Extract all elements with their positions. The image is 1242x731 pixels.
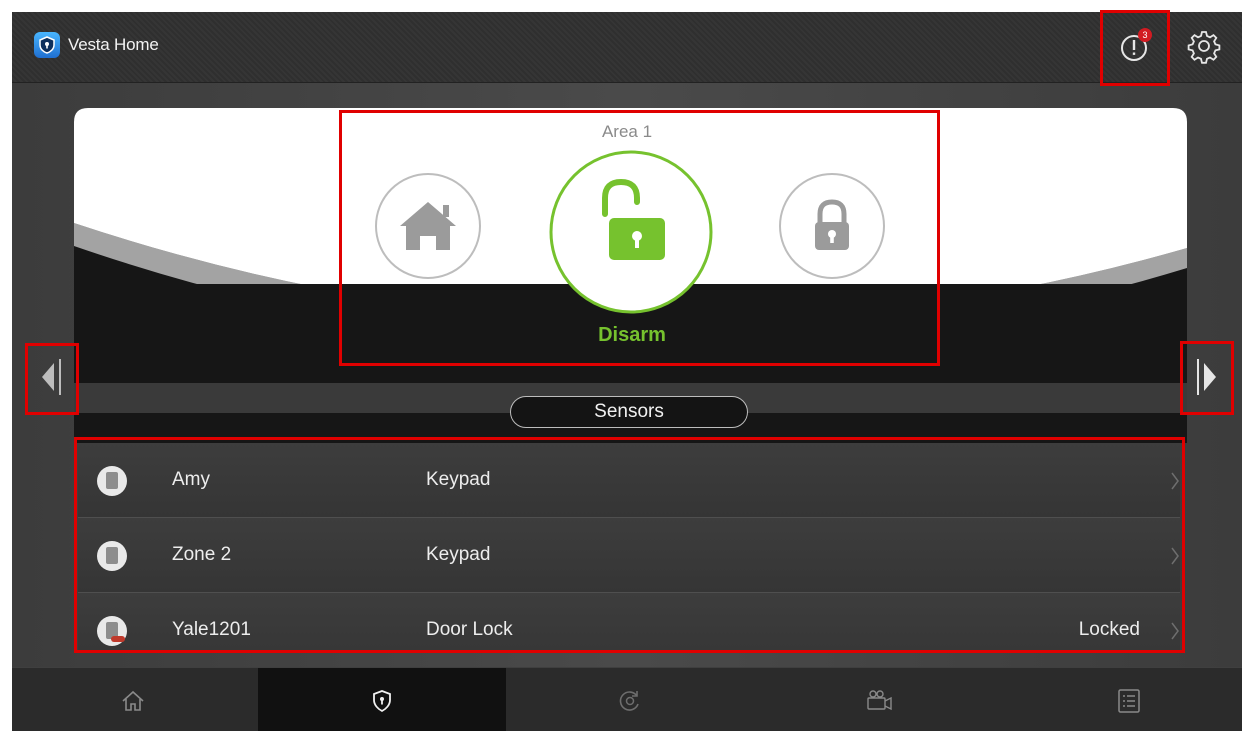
shield-icon <box>373 690 391 713</box>
alerts-highlight-box <box>1100 10 1170 86</box>
list-icon <box>1118 689 1140 713</box>
tab-home[interactable] <box>12 668 258 731</box>
tab-list[interactable] <box>1002 668 1242 731</box>
tab-cameras[interactable] <box>754 668 1002 731</box>
gear-icon <box>1187 31 1221 64</box>
top-bar: Vesta Home 3 <box>12 12 1242 83</box>
bottom-nav <box>12 667 1242 731</box>
arming-mode-highlight-box <box>339 110 940 366</box>
app-logo-icon <box>34 32 60 58</box>
right-arrow-highlight-box <box>1180 341 1234 415</box>
settings-button[interactable] <box>1186 28 1222 64</box>
automation-icon <box>619 691 639 711</box>
sensor-list-highlight-box <box>74 437 1185 653</box>
home-icon <box>122 690 144 711</box>
tab-automation[interactable] <box>506 668 754 731</box>
sensors-title: Sensors <box>510 396 748 428</box>
camera-icon <box>867 690 892 711</box>
left-arrow-highlight-box <box>25 343 79 415</box>
tab-security[interactable] <box>258 668 506 731</box>
app-title: Vesta Home <box>68 35 159 54</box>
